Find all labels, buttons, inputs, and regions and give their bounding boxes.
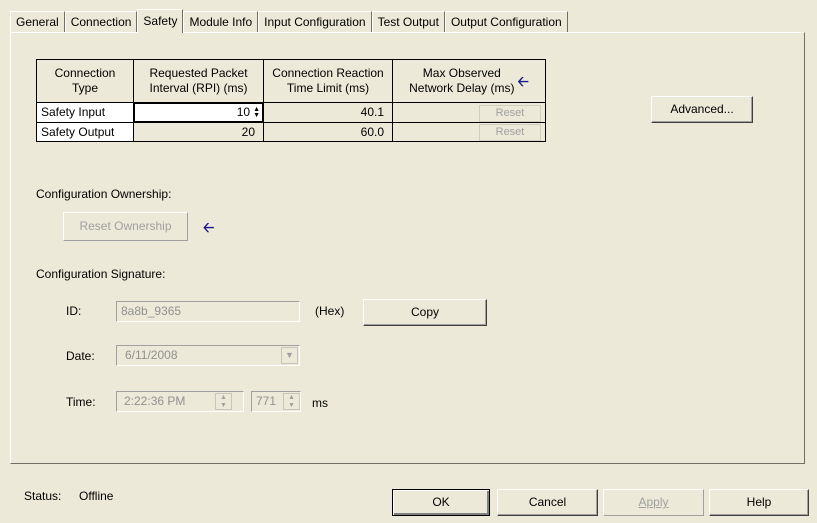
tab-module-info[interactable]: Module Info [183,11,259,32]
help-button[interactable]: Help [709,489,809,516]
tab-general[interactable]: General [10,11,65,32]
chevron-down-icon[interactable]: ▼ [281,347,298,364]
header-rpi: Requested Packet Interval (RPI) (ms) [133,59,264,103]
tab-connection[interactable]: Connection [64,11,138,32]
tab-test-output[interactable]: Test Output [371,11,445,32]
date-label: Date: [66,349,95,363]
dialog-footer: Status: Offline OK Cancel Apply Help [0,470,817,523]
table-row: Safety Input 10 ▲ ▼ 40.1 Reset [36,102,546,123]
time-value: 2:22:36 PM [124,394,186,408]
advanced-button[interactable]: Advanced... [651,96,753,123]
reset-delay-button[interactable]: Reset [479,124,541,141]
header-line: Connection [54,66,116,80]
tab-bar: General Connection Safety Module Info In… [10,8,568,33]
header-connection-type: Connection Type [36,59,134,103]
ms-label: ms [312,396,328,410]
rpi-value: 10 [236,105,251,119]
header-line: Type [71,81,98,95]
header-line: Requested Packet [149,66,248,80]
left-arrow-icon: 🡠 [203,219,215,235]
status-value: Offline [79,489,114,503]
id-label: ID: [66,304,82,318]
header-reaction-time-limit: Connection Reaction Time Limit (ms) [263,59,393,103]
header-line: Time Limit (ms) [286,81,370,95]
table-header-row: Connection Type Requested Packet Interva… [36,59,546,103]
row-type-safety-input: Safety Input [36,102,134,123]
rpi-spin-input[interactable]: 10 ▲ ▼ [134,103,263,122]
configuration-signature-label: Configuration Signature: [36,267,166,281]
tab-safety[interactable]: Safety [137,9,184,33]
ok-button[interactable]: OK [392,489,490,516]
reaction-limit-value: 40.1 [263,102,393,123]
rpi-cell: 10 ▲ ▼ [133,102,264,123]
reset-ownership-button[interactable]: Reset Ownership [63,212,188,241]
header-line: Interval (RPI) (ms) [149,81,248,95]
ms-value: 771 [256,394,277,408]
status-label: Status: [24,489,62,503]
spin-arrows-icon[interactable]: ▲ ▼ [253,106,260,119]
hex-label: (Hex) [315,304,345,318]
tab-output-configuration[interactable]: Output Configuration [444,11,568,32]
row-type-safety-output: Safety Output [36,122,134,142]
header-line: Connection Reaction [272,66,384,80]
reaction-limit-value: 60.0 [263,122,393,142]
delay-cell: Reset [392,102,546,123]
delay-cell: Reset [392,122,546,142]
signature-date-dropdown[interactable]: 6/11/2008 ▼ [116,345,300,366]
header-line: Max Observed [422,66,501,80]
date-value: 6/11/2008 [125,348,178,362]
apply-button[interactable]: Apply [603,489,704,516]
header-network-delay: Max Observed Network Delay (ms) 🡠 [392,59,546,103]
configuration-ownership-label: Configuration Ownership: [36,187,172,201]
time-spin-arrows-icon[interactable]: ▲ ▼ [215,393,232,410]
ms-spin-arrows-icon[interactable]: ▲ ▼ [283,393,300,410]
rpi-value: 20 [133,122,264,142]
safety-connections-table: Connection Type Requested Packet Interva… [36,59,546,142]
cancel-button[interactable]: Cancel [497,489,598,516]
table-row: Safety Output 20 60.0 Reset [36,122,546,142]
left-arrow-icon: 🡠 [517,72,529,89]
header-line: Network Delay (ms) [409,81,515,95]
copy-button[interactable]: Copy [363,299,487,326]
signature-id-field[interactable]: 8a8b_9365 [116,301,300,322]
time-label: Time: [66,395,96,409]
tab-input-configuration[interactable]: Input Configuration [258,11,372,32]
reset-delay-button[interactable]: Reset [479,104,541,122]
